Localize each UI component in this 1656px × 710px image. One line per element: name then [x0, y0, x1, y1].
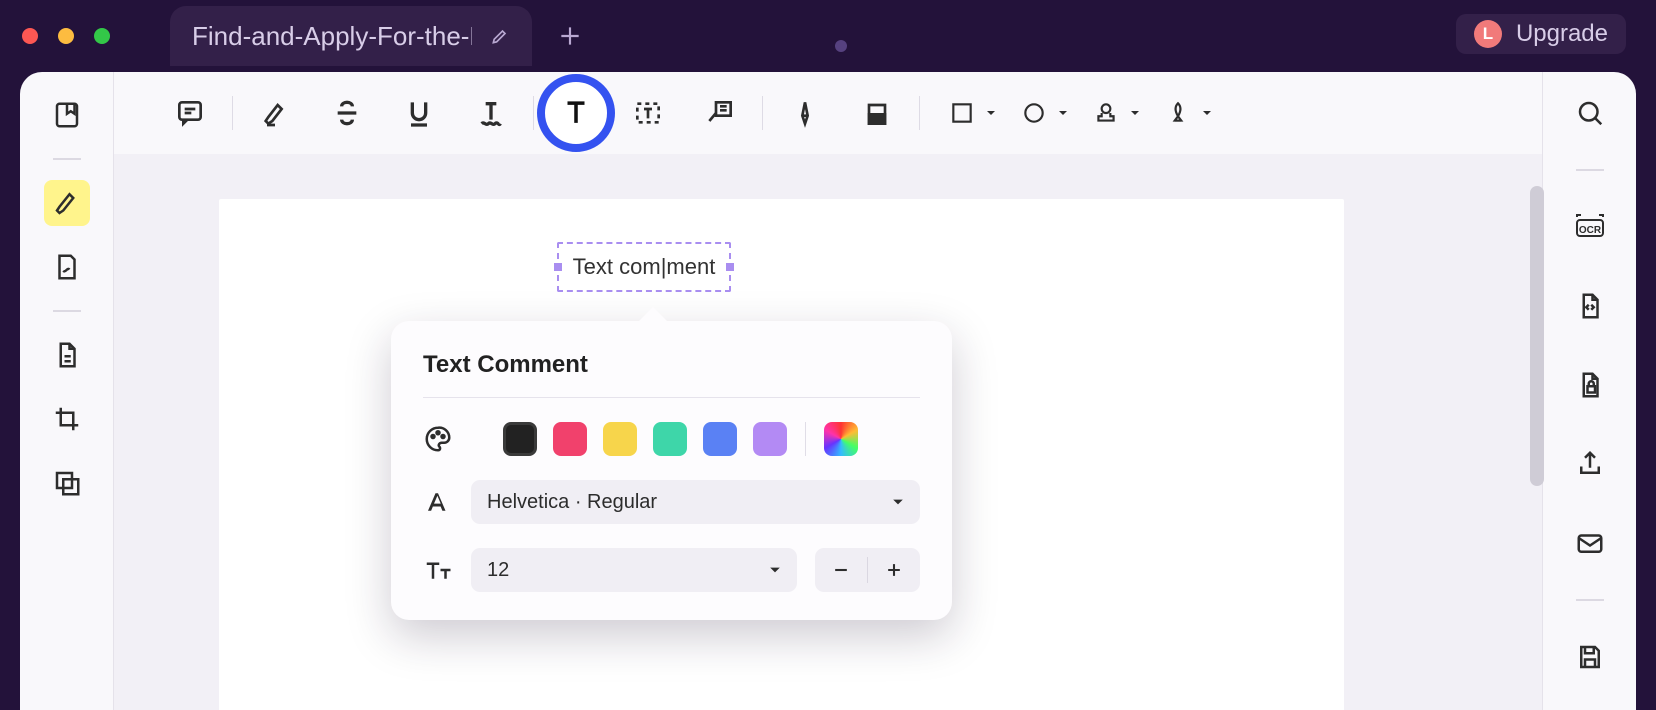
- font-icon: [423, 487, 453, 517]
- highlight-button[interactable]: [239, 89, 311, 137]
- color-swatch-yellow[interactable]: [603, 422, 637, 456]
- font-family-select[interactable]: Helvetica · Regular: [471, 480, 920, 524]
- protect-button[interactable]: [1567, 362, 1613, 408]
- font-size-select[interactable]: 12: [471, 548, 797, 592]
- sign-button[interactable]: [1142, 89, 1214, 137]
- convert-button[interactable]: [1567, 283, 1613, 329]
- search-button[interactable]: [1567, 90, 1613, 136]
- decrease-size-button[interactable]: [815, 560, 867, 580]
- chevron-down-icon: [892, 496, 904, 508]
- text-comment-content[interactable]: Text com|ment: [573, 254, 716, 280]
- squiggly-button[interactable]: [455, 89, 527, 137]
- color-swatch-teal[interactable]: [653, 422, 687, 456]
- toolbar-separator: [762, 96, 763, 130]
- strikethrough-button[interactable]: [311, 89, 383, 137]
- annotation-toolbar: [114, 72, 1542, 154]
- page[interactable]: Text com|ment Text Comment: [219, 199, 1344, 710]
- font-size-value: 12: [487, 559, 509, 582]
- font-size-stepper: [815, 548, 920, 592]
- signature-tool[interactable]: [44, 244, 90, 290]
- freehand-button[interactable]: [769, 89, 841, 137]
- save-button[interactable]: [1567, 634, 1613, 680]
- share-button[interactable]: [1567, 441, 1613, 487]
- bookmark-tool[interactable]: [44, 92, 90, 138]
- color-swatches: [503, 422, 858, 456]
- crop-tool[interactable]: [44, 396, 90, 442]
- rename-tab-icon[interactable]: [490, 26, 510, 46]
- window-minimize-button[interactable]: [58, 28, 74, 44]
- compare-tool[interactable]: [44, 460, 90, 506]
- color-swatch-blue[interactable]: [703, 422, 737, 456]
- color-picker-button[interactable]: [824, 422, 858, 456]
- mail-button[interactable]: [1567, 520, 1613, 566]
- text-comment-button[interactable]: [540, 89, 612, 137]
- toolbar-separator: [232, 96, 233, 130]
- center-area: Text com|ment Text Comment: [114, 72, 1542, 710]
- resize-handle-left[interactable]: [554, 263, 562, 271]
- text-box-button[interactable]: [612, 89, 684, 137]
- text-comment-box[interactable]: Text com|ment: [557, 242, 731, 292]
- color-swatch-black[interactable]: [503, 422, 537, 456]
- increase-size-button[interactable]: [868, 560, 920, 580]
- callout-button[interactable]: [684, 89, 756, 137]
- highlighter-tool[interactable]: [44, 180, 90, 226]
- rail-separator: [53, 310, 81, 312]
- rectangle-shape-button[interactable]: [926, 89, 998, 137]
- vertical-scrollbar[interactable]: [1530, 186, 1544, 486]
- font-family-value: Helvetica · Regular: [487, 491, 657, 514]
- ocr-button[interactable]: OCR: [1567, 204, 1613, 250]
- chevron-down-icon: [1202, 108, 1212, 118]
- text-comment-popover: Text Comment: [391, 321, 952, 620]
- upgrade-button[interactable]: Upgrade: [1516, 20, 1608, 48]
- rail-separator: [1576, 169, 1604, 171]
- window-maximize-button[interactable]: [94, 28, 110, 44]
- popover-title: Text Comment: [423, 351, 920, 398]
- new-tab-button[interactable]: [557, 23, 583, 49]
- user-avatar[interactable]: L: [1474, 20, 1502, 48]
- chevron-down-icon: [1130, 108, 1140, 118]
- font-row: Helvetica · Regular: [423, 480, 920, 524]
- app-shell: Text com|ment Text Comment: [20, 72, 1636, 710]
- color-swatch-purple[interactable]: [753, 422, 787, 456]
- palette-icon: [423, 424, 453, 454]
- selected-tool-ring: [537, 74, 615, 152]
- titlebar: Find-and-Apply-For-the-Be L Upgrade: [0, 0, 1656, 72]
- document-tab[interactable]: Find-and-Apply-For-the-Be: [170, 6, 532, 66]
- resize-handle-right[interactable]: [726, 263, 734, 271]
- oval-shape-button[interactable]: [998, 89, 1070, 137]
- swatch-separator: [805, 422, 806, 456]
- rail-separator: [53, 158, 81, 160]
- underline-button[interactable]: [383, 89, 455, 137]
- right-rail: OCR: [1542, 72, 1636, 710]
- page-edit-tool[interactable]: [44, 332, 90, 378]
- size-row: 12: [423, 548, 920, 592]
- account-controls: L Upgrade: [1456, 14, 1626, 54]
- document-tab-title: Find-and-Apply-For-the-Be: [192, 21, 472, 52]
- font-size-icon: [423, 555, 453, 585]
- chevron-down-icon: [769, 564, 781, 576]
- canvas[interactable]: Text com|ment Text Comment: [114, 154, 1542, 710]
- color-swatch-red[interactable]: [553, 422, 587, 456]
- chevron-down-icon: [1058, 108, 1068, 118]
- note-comment-button[interactable]: [154, 89, 226, 137]
- left-rail: [20, 72, 114, 710]
- eraser-button[interactable]: [841, 89, 913, 137]
- toolbar-separator: [919, 96, 920, 130]
- stamp-button[interactable]: [1070, 89, 1142, 137]
- rail-separator: [1576, 599, 1604, 601]
- toolbar-separator: [533, 96, 534, 130]
- chevron-down-icon: [986, 108, 996, 118]
- window-controls: [22, 28, 110, 44]
- color-row: [423, 422, 920, 456]
- indicator-dot: [835, 40, 847, 52]
- window-close-button[interactable]: [22, 28, 38, 44]
- svg-text:OCR: OCR: [1578, 225, 1601, 236]
